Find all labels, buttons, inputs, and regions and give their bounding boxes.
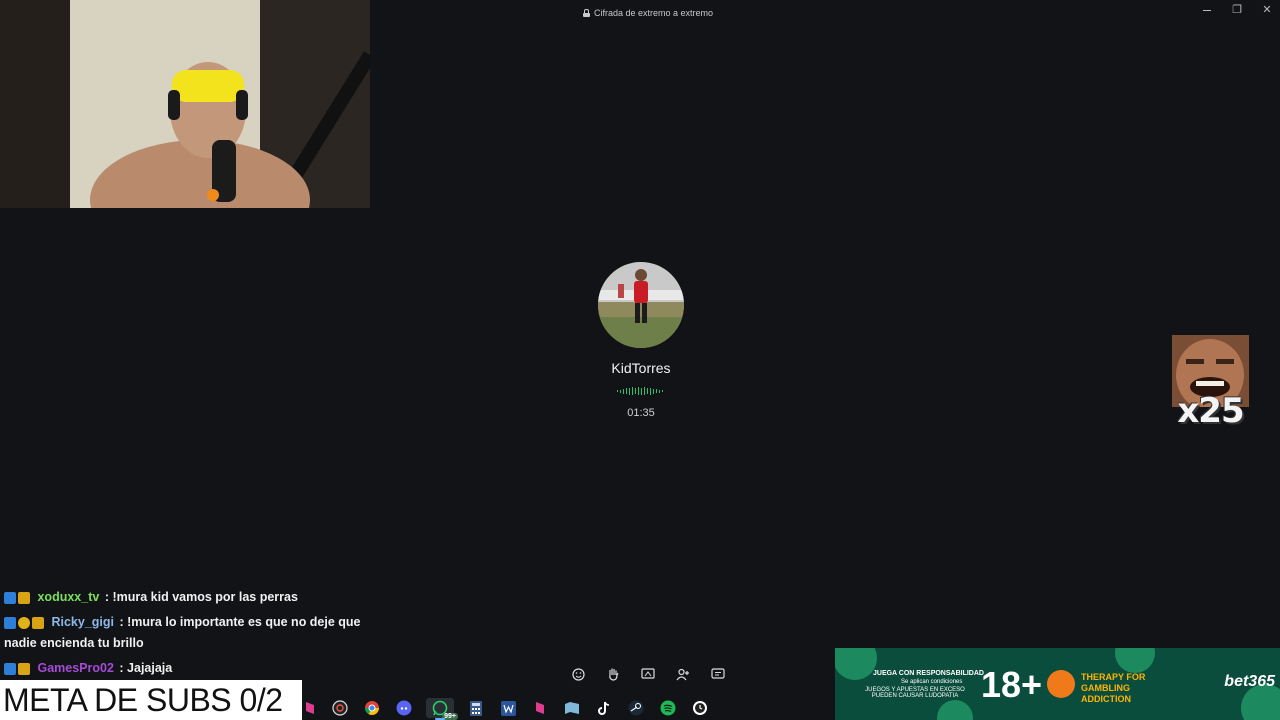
window-controls: ❐ ✕ <box>1202 4 1272 16</box>
steam-icon[interactable] <box>626 698 646 718</box>
sub-goal-text: META DE SUBS 0/2 <box>3 682 283 718</box>
app-pink-icon[interactable] <box>302 698 318 718</box>
chat-separator: : <box>119 615 128 629</box>
emote-overlay: x25 <box>1172 335 1249 433</box>
webcam-overlay <box>0 0 370 208</box>
emoji-icon <box>571 667 585 681</box>
taskbar: 99+ <box>302 696 710 720</box>
files-icon[interactable] <box>562 698 582 718</box>
contact-avatar[interactable] <box>598 262 684 348</box>
chat-username[interactable]: Ricky_gigi <box>51 615 114 629</box>
share-screen-icon <box>641 668 655 679</box>
stream-chat: xoduxx_tv : !mura kid vamos por las perr… <box>4 587 384 683</box>
chat-message: xoduxx_tv : !mura kid vamos por las perr… <box>4 587 384 608</box>
word-icon[interactable] <box>498 698 518 718</box>
ad-warning-text: JUEGOS Y APUESTAS EN EXCESO PUEDEN CAUSA… <box>865 687 965 699</box>
obs-icon[interactable] <box>330 698 350 718</box>
chat-message: GamesPro02 : Jajajaja <box>4 658 384 679</box>
lock-icon <box>583 9 590 17</box>
whatsapp-icon[interactable]: 99+ <box>426 698 458 720</box>
notification-badge: 99+ <box>442 713 458 720</box>
chat-message: Ricky_gigi : !mura lo importante es que … <box>4 612 384 654</box>
contact-name: KidTorres <box>611 360 671 376</box>
chat-username[interactable]: GamesPro02 <box>37 661 113 675</box>
chat-username[interactable]: xoduxx_tv <box>37 590 99 604</box>
emote-count: x25 <box>1177 391 1244 431</box>
share-screen-button[interactable] <box>640 666 656 682</box>
discord-icon[interactable] <box>394 698 414 718</box>
sponsor-banner: JUEGA CON RESPONSABILIDAD Se aplican con… <box>835 648 1280 720</box>
ad-conditions-text: Se aplican condiciones <box>901 679 963 685</box>
call-controls <box>570 666 726 682</box>
chat-button[interactable] <box>710 666 726 682</box>
prime-badge-icon <box>4 591 16 604</box>
therapy-logo-icon <box>1047 670 1075 698</box>
close-button[interactable]: ✕ <box>1262 4 1272 16</box>
prime-badge-icon <box>4 616 16 629</box>
chrome-icon[interactable] <box>362 698 382 718</box>
brand-logo: bet365 <box>1224 673 1275 690</box>
clock-icon[interactable] <box>690 698 710 718</box>
ad-responsible-text: JUEGA CON RESPONSABILIDAD <box>873 670 984 677</box>
window-title: Cifrada de extremo a extremo <box>594 8 714 18</box>
user-badges <box>4 662 30 675</box>
therapy-text: THERAPY FOR GAMBLING ADDICTION <box>1081 672 1146 704</box>
raise-hand-icon <box>608 668 619 681</box>
prime-badge-icon <box>4 662 16 675</box>
restore-button[interactable]: ❐ <box>1232 4 1242 16</box>
add-person-button[interactable] <box>675 666 691 682</box>
encryption-notice: Cifrada de extremo a extremo <box>583 8 713 18</box>
tier-badge-icon <box>18 616 30 629</box>
caller-panel: KidTorres 01:35 <box>598 262 684 419</box>
calculator-icon[interactable] <box>466 698 486 718</box>
avatar-image <box>598 262 684 348</box>
call-timer: 01:35 <box>627 407 655 419</box>
chat-icon <box>711 667 725 679</box>
chat-text: Jajajaja <box>127 661 173 675</box>
app-pink2-icon[interactable] <box>530 698 550 718</box>
user-badges <box>4 591 30 604</box>
audio-waveform <box>617 387 663 395</box>
chat-separator: : <box>119 661 128 675</box>
webcam-image <box>0 0 370 208</box>
user-badges <box>4 616 44 629</box>
age-restriction-label: 18+ <box>981 664 1043 705</box>
sub-badge-icon <box>18 591 30 604</box>
emoji-button[interactable] <box>570 666 586 682</box>
sub-badge-icon <box>18 662 30 675</box>
tiktok-icon[interactable] <box>594 698 614 718</box>
raise-hand-button[interactable] <box>605 666 621 682</box>
sub-goal-overlay: META DE SUBS 0/2 <box>0 680 302 720</box>
sub-badge-icon <box>32 616 44 629</box>
spotify-icon[interactable] <box>658 698 678 718</box>
minimize-button[interactable] <box>1202 4 1212 16</box>
add-person-icon <box>676 668 689 680</box>
chat-text: !mura kid vamos por las perras <box>112 590 298 604</box>
